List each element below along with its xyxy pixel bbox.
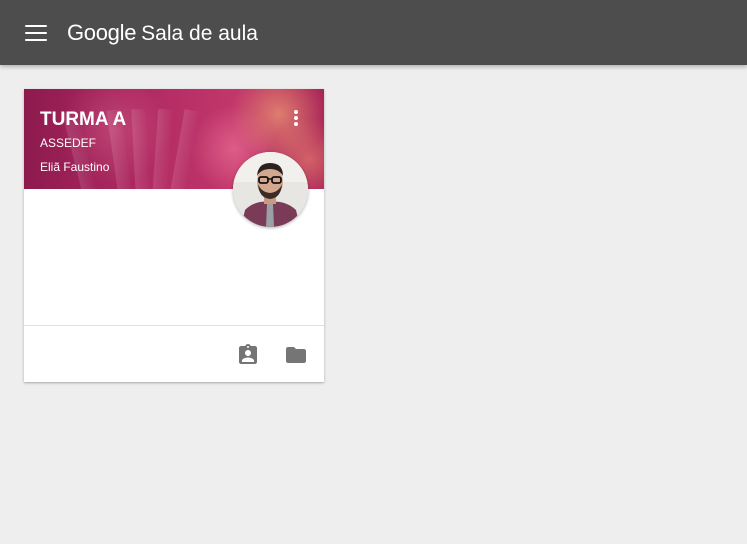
folder-icon[interactable] bbox=[284, 343, 308, 367]
more-vert-icon[interactable] bbox=[288, 110, 304, 126]
menu-icon[interactable] bbox=[25, 24, 47, 41]
class-card[interactable]: TURMA A ASSEDEF Eliã Faustino bbox=[24, 89, 324, 382]
class-teacher: Eliã Faustino bbox=[40, 160, 110, 174]
class-title[interactable]: TURMA A bbox=[40, 109, 126, 131]
class-card-footer bbox=[24, 325, 324, 382]
teacher-avatar bbox=[233, 152, 308, 227]
brand-google: Google bbox=[67, 19, 137, 45]
brand-product: Sala de aula bbox=[141, 21, 258, 45]
teacher-photo bbox=[233, 152, 308, 227]
assignment-ind-icon[interactable] bbox=[236, 343, 260, 367]
app-bar: Google Sala de aula bbox=[0, 0, 747, 65]
app-logo[interactable]: Google Sala de aula bbox=[67, 20, 258, 46]
class-section: ASSEDEF bbox=[40, 136, 97, 150]
